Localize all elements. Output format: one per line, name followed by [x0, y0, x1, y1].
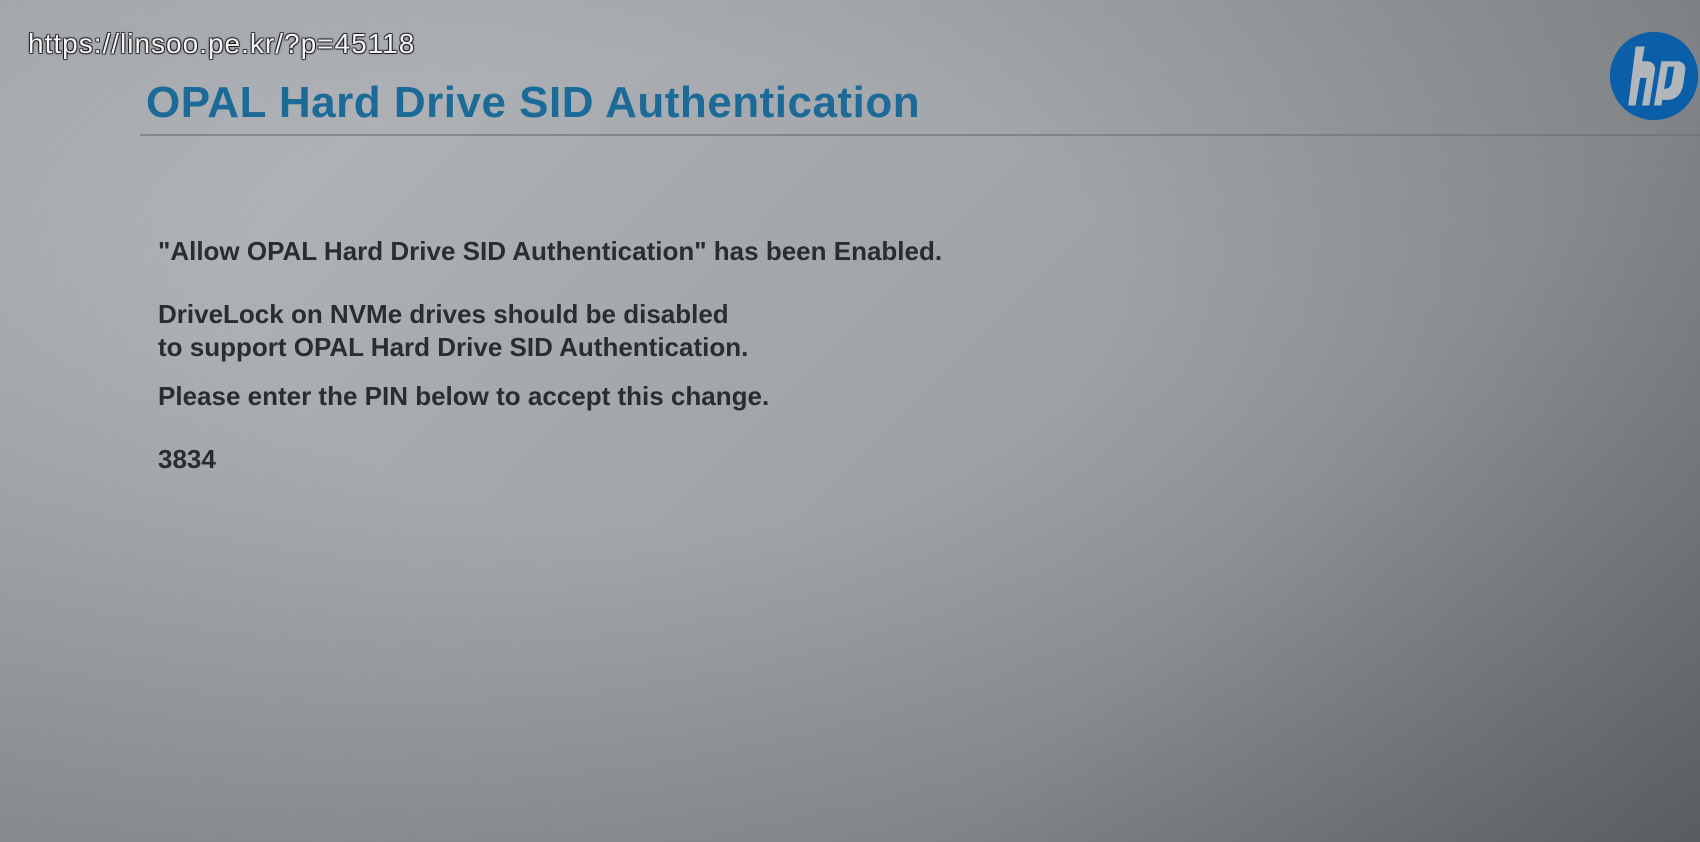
title-divider [140, 134, 1700, 136]
info-message: DriveLock on NVMe drives should be disab… [158, 298, 748, 363]
page-title: OPAL Hard Drive SID Authentication [146, 78, 920, 128]
source-url-watermark: https://linsoo.pe.kr/?p=45118 [28, 28, 415, 60]
status-message: "Allow OPAL Hard Drive SID Authenticatio… [158, 235, 942, 268]
pin-value: 3834 [158, 443, 216, 476]
hp-logo-icon [1608, 30, 1700, 122]
prompt-message: Please enter the PIN below to accept thi… [158, 380, 769, 413]
info-line-2: to support OPAL Hard Drive SID Authentic… [158, 332, 748, 362]
info-line-1: DriveLock on NVMe drives should be disab… [158, 299, 729, 329]
